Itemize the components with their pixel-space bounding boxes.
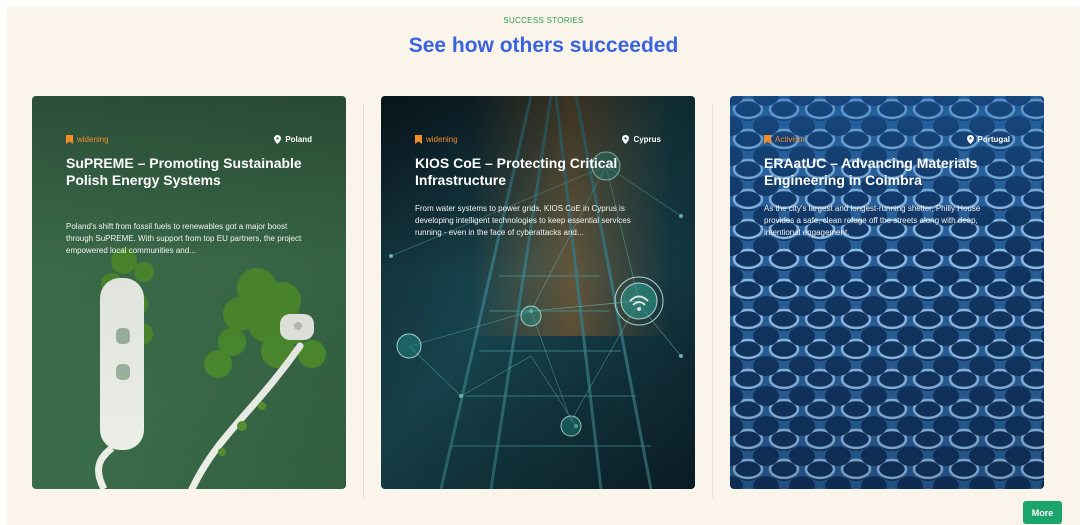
- map-pin-icon: [622, 134, 630, 144]
- category-label: Activism: [775, 134, 805, 144]
- category-tag[interactable]: widening: [66, 134, 109, 144]
- location-label: Portugal: [977, 134, 1010, 144]
- card-description: As the city's largest and longest-runnin…: [764, 204, 981, 237]
- card-meta: Activism Portugal: [764, 133, 1010, 145]
- location: Cyprus: [622, 134, 661, 144]
- bookmark-icon: [415, 134, 422, 144]
- location-label: Poland: [285, 134, 312, 144]
- category-tag[interactable]: Activism: [764, 134, 805, 144]
- map-pin-icon: [966, 134, 974, 144]
- card-divider: [712, 103, 713, 498]
- card-divider: [363, 103, 364, 498]
- card-title[interactable]: ERAatUC – Advancing Materials Engineerin…: [764, 155, 1010, 189]
- card-description: From water systems to power grids, KIOS …: [415, 204, 631, 237]
- map-pin-icon: [274, 134, 282, 144]
- story-card-kios[interactable]: widening Cyprus KIOS CoE – Protecting Cr…: [381, 96, 695, 489]
- card-title[interactable]: KIOS CoE – Protecting Critical Infrastru…: [415, 155, 661, 189]
- story-card-eraatuc[interactable]: Activism Portugal ERAatUC – Advancing Ma…: [730, 96, 1044, 489]
- success-stories-section: SUCCESS STORIES See how others succeeded: [7, 7, 1080, 525]
- card-meta: widening Cyprus: [415, 133, 661, 145]
- location: Poland: [274, 134, 312, 144]
- bookmark-icon: [764, 134, 771, 144]
- category-label: widening: [77, 134, 109, 144]
- more-button[interactable]: More: [1023, 501, 1062, 524]
- card-title[interactable]: SuPREME – Promoting Sustainable Polish E…: [66, 155, 312, 189]
- card-description: Poland's shift from fossil fuels to rene…: [66, 222, 302, 255]
- category-label: widening: [426, 134, 458, 144]
- location: Portugal: [966, 134, 1010, 144]
- card-meta: widening Poland: [66, 133, 312, 145]
- bookmark-icon: [66, 134, 73, 144]
- category-tag[interactable]: widening: [415, 134, 458, 144]
- location-label: Cyprus: [633, 134, 661, 144]
- story-card-supreme[interactable]: widening Poland SuPREME – Promoting Sust…: [32, 96, 346, 489]
- section-heading: See how others succeeded: [408, 34, 679, 57]
- section-eyebrow: SUCCESS STORIES: [503, 16, 584, 25]
